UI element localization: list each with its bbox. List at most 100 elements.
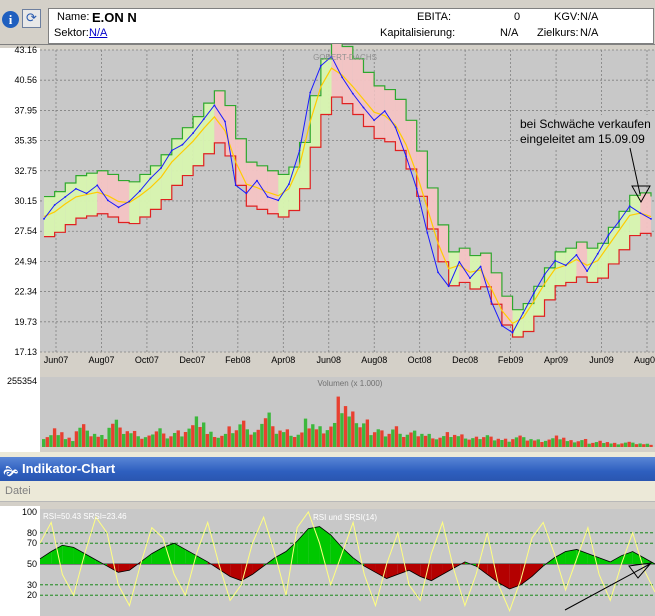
channel-band [278, 174, 289, 218]
rsi-area [565, 549, 577, 564]
data-point [618, 220, 620, 223]
volume-bar [460, 434, 464, 447]
volume-bar [522, 437, 526, 447]
volume-bar [514, 437, 519, 447]
volume-bar [71, 441, 75, 447]
x-tick-label: Aug07 [88, 355, 114, 365]
volume-bar [129, 433, 133, 447]
volume-bar [154, 431, 159, 447]
rsi-chart: 100 8070 50 3020 RSI=50.43 SRSI=23.46 RSI und… [22, 507, 655, 616]
volume-bar [300, 432, 304, 447]
volume-bar [438, 437, 442, 447]
volume-bar [82, 424, 86, 447]
kgv-value: N/A [580, 11, 599, 23]
volume-bar [467, 439, 471, 447]
data-point [639, 212, 642, 215]
data-point [447, 285, 450, 288]
volume-bar [205, 433, 209, 447]
volume-bar [518, 435, 522, 447]
volume-bar [391, 429, 395, 447]
kapitalisierung-label: Kapitalisierung: [380, 27, 456, 39]
price-chart: 43.16 40.56 37.95 35.35 32.75 30.15 27.54 24.94… [14, 44, 655, 365]
volume-bar [627, 441, 631, 447]
volume-bar [456, 436, 460, 447]
volume-bar [369, 435, 373, 447]
volume-bar [412, 430, 417, 447]
volume-bar [649, 444, 653, 447]
volume-bar [318, 426, 322, 447]
volume-bar [307, 428, 311, 447]
channel-band [576, 242, 588, 278]
data-point [490, 300, 493, 303]
data-point [96, 184, 99, 187]
data-point [309, 91, 312, 94]
volume-bar [158, 428, 162, 447]
volume-bar [362, 423, 366, 447]
volume-bar [347, 416, 351, 447]
volume-bar [89, 436, 93, 447]
x-tick-label: Jun08 [317, 355, 342, 365]
volume-bar [296, 434, 300, 447]
volume-bar [96, 436, 100, 447]
volume-bar [380, 430, 384, 447]
volume-bar [416, 436, 420, 447]
channel-band [65, 183, 76, 225]
data-point [501, 324, 503, 327]
volume-bar [500, 439, 504, 447]
volume-bar [176, 430, 180, 447]
volume-bar [263, 418, 268, 447]
volume-bar [202, 422, 206, 447]
volume-bar [532, 440, 537, 447]
volume-bar [376, 429, 380, 447]
volume-bar [489, 436, 493, 447]
channel-band [587, 248, 598, 283]
kgv-label: KGV: [554, 11, 580, 23]
data-point [564, 264, 567, 267]
data-point [650, 218, 652, 220]
volume-bar [503, 438, 508, 447]
rsi-area [62, 545, 74, 564]
volume-bar [634, 444, 639, 447]
data-point [117, 206, 120, 209]
volume-bar [187, 428, 191, 447]
x-tick-label: Dec07 [179, 355, 205, 365]
refresh-icon[interactable]: ⟳ [22, 9, 41, 28]
y-tick-label: 24.94 [14, 256, 37, 266]
x-tick-label: Aug08 [361, 355, 387, 365]
info-icon[interactable]: i [2, 11, 19, 28]
data-point [138, 190, 141, 192]
volume-bar [562, 437, 566, 447]
y-tick-label: 27.54 [14, 226, 37, 236]
volume-bar [311, 424, 315, 447]
volume-bar [616, 444, 620, 447]
volume-bar [242, 420, 246, 447]
volume-bar [42, 439, 46, 447]
menu-bar: Datei [0, 481, 655, 502]
data-point [234, 184, 237, 187]
menu-datei[interactable]: Datei [5, 485, 31, 497]
volume-bar [271, 426, 275, 447]
volume-bar [100, 434, 104, 447]
volume-bar [572, 442, 577, 447]
volume-bar [132, 430, 137, 447]
channel-band [565, 248, 577, 283]
volume-bar [565, 441, 570, 447]
data-point [628, 205, 631, 208]
y-tick-label: 32.75 [14, 166, 37, 176]
volume-bar [56, 435, 60, 447]
volume-bar [107, 427, 111, 447]
channel-band [256, 165, 268, 210]
volume-bar [194, 416, 199, 447]
zielkurs-label: Zielkurs: [537, 27, 579, 39]
data-point [415, 187, 418, 190]
watermark: GOBERT-DACHS [313, 53, 377, 62]
sektor-link[interactable]: N/A [89, 27, 107, 39]
volume-bar [111, 423, 115, 447]
data-point [128, 200, 131, 203]
window-title: Indikator-Chart [22, 461, 116, 476]
stock-info-panel: Name: E.ON N Sektor: N/A EBITA: 0 KGV: N… [48, 8, 654, 44]
volume-bar [591, 442, 595, 447]
volume-bar [471, 438, 475, 447]
volume-bar [169, 436, 173, 447]
data-point [458, 260, 461, 263]
